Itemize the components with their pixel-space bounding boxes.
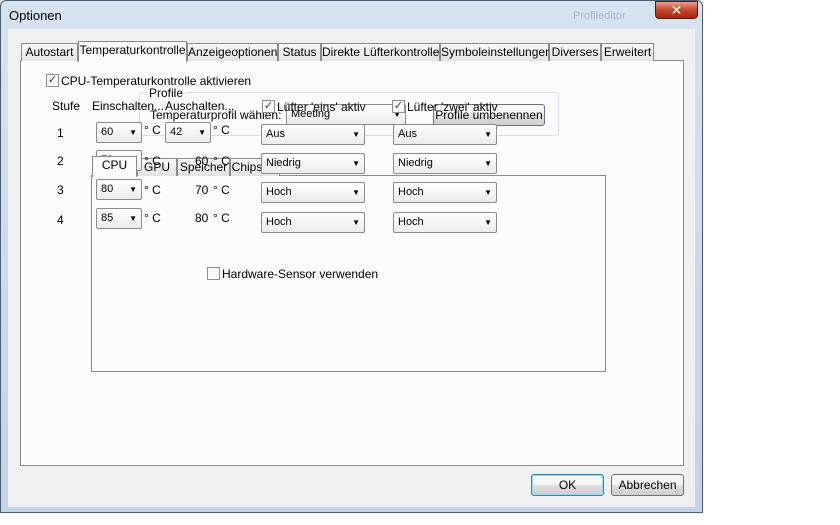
options-dialog: Optionen Profileditor ✕ Autostart Temper… xyxy=(0,0,703,513)
off-temp-value: 60 xyxy=(195,154,209,168)
chevron-down-icon: ▼ xyxy=(352,159,360,168)
header-stufe: Stufe xyxy=(52,99,81,113)
check-icon: ✓ xyxy=(47,74,58,86)
tab-cpu[interactable]: CPU xyxy=(92,156,137,177)
off-temp-select[interactable]: 42 ▼ xyxy=(165,122,211,143)
chevron-down-icon: ▼ xyxy=(129,128,137,137)
stufe-value: 2 xyxy=(57,154,64,168)
hardware-sensor-checkbox[interactable] xyxy=(207,267,220,280)
header-auschalten: Auschalten... xyxy=(165,99,235,113)
fan1-level-select[interactable]: Hoch ▼ xyxy=(261,182,365,203)
stufe-value: 4 xyxy=(57,213,64,227)
fan2-active-checkbox[interactable]: ✓ xyxy=(392,100,405,113)
cpu-control-label: CPU-Temperaturkontrolle aktivieren xyxy=(61,74,252,88)
unit-label: ° C xyxy=(213,123,230,137)
unit-label: ° C xyxy=(213,183,230,197)
tab-panel-content: Profile Temperaturprofil wählen: Meeting… xyxy=(20,60,684,466)
on-temp-select[interactable]: 85 ▼ xyxy=(96,208,142,229)
cancel-button[interactable]: Abbrechen xyxy=(611,474,684,496)
chevron-down-icon: ▼ xyxy=(484,159,492,168)
fan2-level-select[interactable]: Hoch ▼ xyxy=(393,182,497,203)
unit-label: ° C xyxy=(144,183,161,197)
check-icon: ✓ xyxy=(393,100,404,112)
on-temp-select[interactable]: 80 ▼ xyxy=(96,179,142,200)
fan1-level-select[interactable]: Hoch ▼ xyxy=(261,212,365,233)
fan1-level-select[interactable]: Aus ▼ xyxy=(261,124,365,145)
chevron-down-icon: ▼ xyxy=(484,130,492,139)
chevron-down-icon: ▼ xyxy=(129,214,137,223)
fan2-level-select[interactable]: Aus ▼ xyxy=(393,124,497,145)
fan1-active-checkbox[interactable]: ✓ xyxy=(262,100,275,113)
chevron-down-icon: ▼ xyxy=(484,188,492,197)
stufe-value: 3 xyxy=(57,183,64,197)
unit-label: ° C xyxy=(213,154,230,168)
off-temp-value: 70 xyxy=(195,183,209,197)
unit-label: ° C xyxy=(144,154,161,168)
unit-label: ° C xyxy=(213,211,230,225)
header-einschalten: Einschalten... xyxy=(92,99,165,113)
chevron-down-icon: ▼ xyxy=(198,128,206,137)
tab-temperaturkontrolle[interactable]: Temperaturkontrolle xyxy=(78,41,187,62)
cpu-control-checkbox[interactable]: ✓ xyxy=(46,74,59,87)
chevron-down-icon: ▼ xyxy=(129,185,137,194)
fan2-level-select[interactable]: Niedrig ▼ xyxy=(393,153,497,174)
ok-button[interactable]: OK xyxy=(531,474,604,496)
unit-label: ° C xyxy=(144,123,161,137)
check-icon: ✓ xyxy=(263,100,274,112)
on-temp-select[interactable]: 60 ▼ xyxy=(96,122,142,143)
chevron-down-icon: ▼ xyxy=(352,130,360,139)
hardware-sensor-label: Hardware-Sensor verwenden xyxy=(222,267,379,281)
fan1-level-select[interactable]: Niedrig ▼ xyxy=(261,153,365,174)
stufe-value: 1 xyxy=(57,126,64,140)
fan2-level-select[interactable]: Hoch ▼ xyxy=(393,212,497,233)
unit-label: ° C xyxy=(144,211,161,225)
chevron-down-icon: ▼ xyxy=(352,188,360,197)
fan2-active-label: Lüfter 'zwei' aktiv xyxy=(407,100,498,114)
off-temp-value: 80 xyxy=(195,211,209,225)
chevron-down-icon: ▼ xyxy=(352,218,360,227)
dialog-client-area: Autostart Temperaturkontrolle Anzeigeopt… xyxy=(8,29,695,507)
chevron-down-icon: ▼ xyxy=(484,218,492,227)
fan1-active-label: Lüfter 'eins' aktiv xyxy=(277,100,366,114)
